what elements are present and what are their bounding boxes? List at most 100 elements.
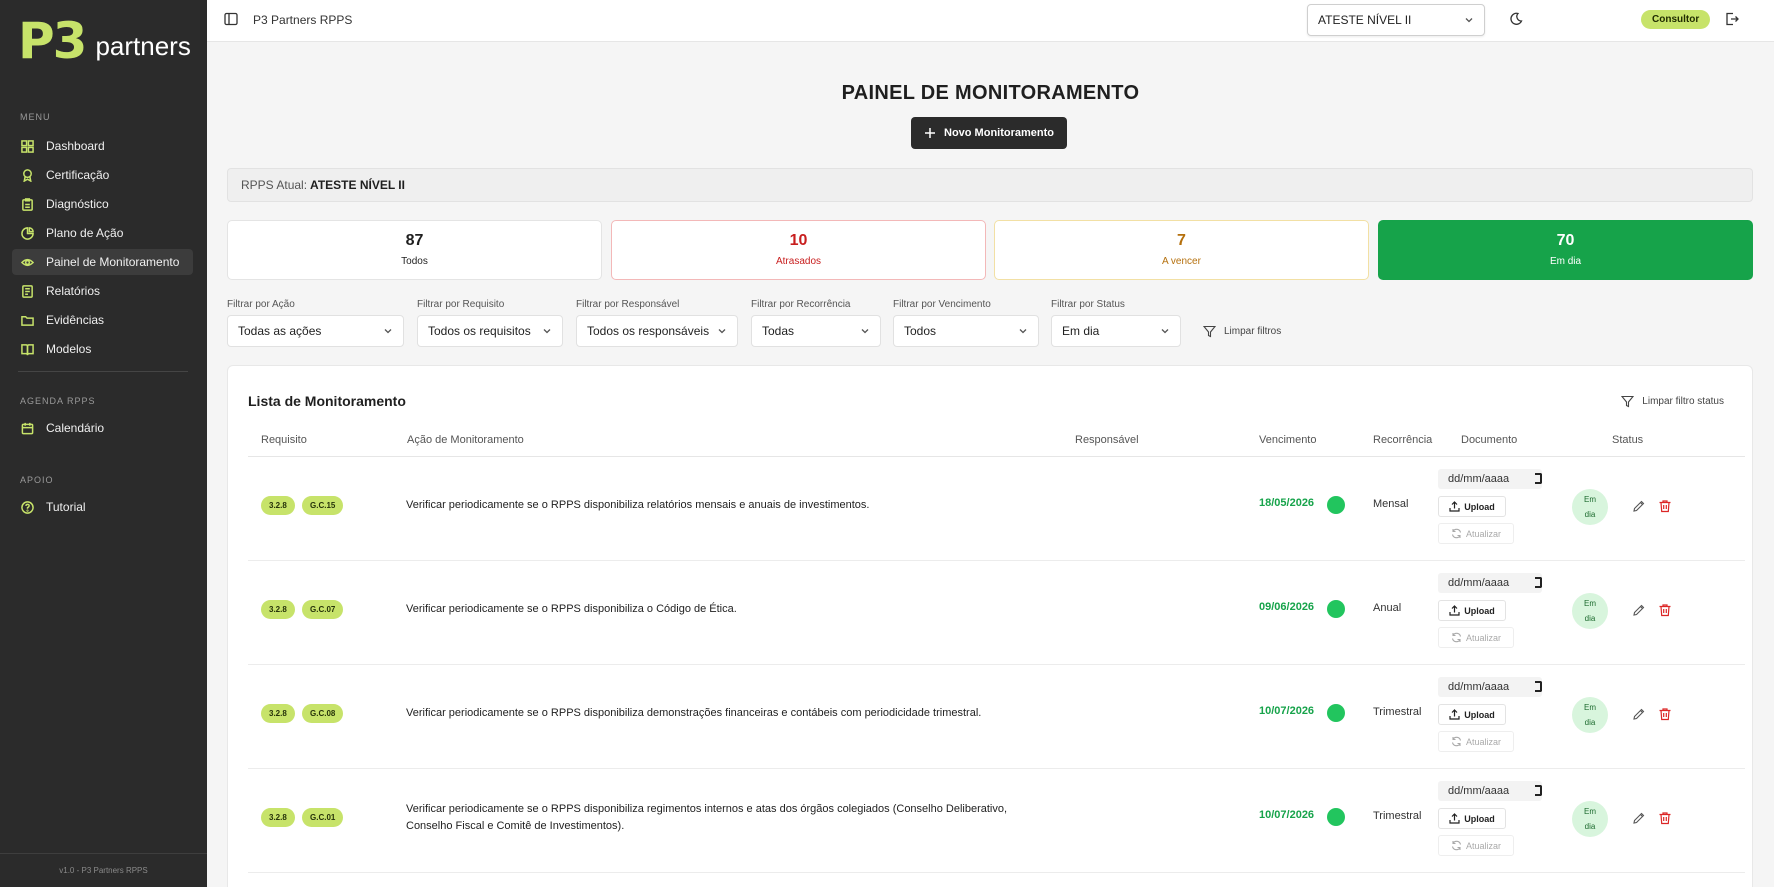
sidebar-item-painel-de-monitoramento[interactable]: Painel de Monitoramento (12, 249, 193, 275)
sidebar-item-label: Diagnóstico (46, 197, 109, 211)
clear-status-label: Limpar filtro status (1642, 396, 1724, 407)
filter-due-select[interactable]: Todos (893, 315, 1039, 347)
stat-value: 7 (1177, 232, 1186, 249)
due-status-dot (1327, 808, 1345, 826)
role-badge: Consultor (1641, 10, 1711, 29)
sidebar-item-dashboard[interactable]: Dashboard (12, 133, 193, 159)
sidebar-item-label: Plano de Ação (46, 226, 124, 240)
trash-icon[interactable] (1658, 603, 1672, 617)
edit-icon[interactable] (1632, 811, 1646, 825)
due-date: 10/07/2026 (1259, 809, 1315, 821)
sidebar-item-label: Certificação (46, 168, 110, 182)
page-title: PAINEL DE MONITORAMENTO (841, 82, 1140, 104)
sidebar-footer: v1.0 - P3 Partners RPPS (0, 853, 207, 887)
trash-icon[interactable] (1658, 707, 1672, 721)
filter-action-select[interactable]: Todas as ações (227, 315, 404, 347)
table-row: 3.2.8 G.C.15 Verificar periodicamente se… (248, 457, 1745, 561)
logout-icon[interactable] (1725, 12, 1739, 26)
refresh-icon (1451, 840, 1462, 851)
refresh-button[interactable]: Atualizar (1438, 523, 1514, 544)
edit-icon[interactable] (1632, 499, 1646, 513)
filter-recurrence-select[interactable]: Todas (751, 315, 881, 347)
trash-icon[interactable] (1658, 499, 1672, 513)
upload-button[interactable]: Upload (1438, 704, 1506, 725)
sidebar-toggle-icon[interactable] (224, 12, 238, 26)
rpps-select[interactable]: ATESTE NÍVEL II (1307, 4, 1485, 36)
trash-icon[interactable] (1658, 811, 1672, 825)
help-circle-icon (20, 500, 34, 514)
refresh-icon (1451, 736, 1462, 747)
document-date-input[interactable]: dd/mm/aaaa (1438, 677, 1542, 697)
sidebar-item-modelos[interactable]: Modelos (12, 336, 193, 362)
award-icon (20, 168, 34, 182)
chevron-down-icon (543, 329, 551, 334)
filter-responsible-select[interactable]: Todos os responsáveis (576, 315, 738, 347)
upload-icon (1449, 709, 1460, 720)
agenda-heading: AGENDA RPPS (20, 396, 96, 406)
list-title: Lista de Monitoramento (248, 393, 406, 409)
chevron-down-icon (718, 329, 726, 334)
moon-icon[interactable] (1509, 12, 1523, 26)
requirement-tag: 3.2.8 (261, 704, 295, 723)
refresh-button[interactable]: Atualizar (1438, 627, 1514, 648)
sidebar-item-label: Tutorial (46, 500, 86, 514)
sidebar-item-label: Painel de Monitoramento (46, 255, 180, 269)
brand-logo[interactable]: P3 partners (18, 12, 191, 70)
sidebar-item-tutorial[interactable]: Tutorial (12, 494, 193, 520)
chevron-down-icon (1161, 329, 1169, 334)
upload-button[interactable]: Upload (1438, 600, 1506, 621)
calendar-icon[interactable] (1535, 681, 1542, 692)
logo-mark: P3 (18, 12, 87, 70)
status-badge: Em dia (1572, 489, 1608, 525)
upload-button[interactable]: Upload (1438, 808, 1506, 829)
date-placeholder: dd/mm/aaaa (1448, 681, 1510, 693)
new-monitoring-button[interactable]: Novo Monitoramento (911, 117, 1067, 149)
upload-button[interactable]: Upload (1438, 496, 1506, 517)
refresh-button[interactable]: Atualizar (1438, 731, 1514, 752)
filter-requirement-label: Filtrar por Requisito (417, 299, 505, 310)
action-text: Verificar periodicamente se o RPPS dispo… (406, 803, 1008, 832)
sidebar-item-certificacao[interactable]: Certificação (12, 162, 193, 188)
rpps-select-value: ATESTE NÍVEL II (1318, 13, 1412, 27)
document-date-input[interactable]: dd/mm/aaaa (1438, 781, 1542, 801)
calendar-icon[interactable] (1535, 577, 1542, 588)
refresh-button[interactable]: Atualizar (1438, 835, 1514, 856)
edit-icon[interactable] (1632, 707, 1646, 721)
due-date: 09/06/2026 (1259, 601, 1315, 613)
folder-icon (20, 313, 34, 327)
stat-card-ok[interactable]: 70 Em dia (1378, 220, 1753, 280)
clear-filters-button[interactable]: Limpar filtros (1203, 325, 1281, 338)
filter-requirement-select[interactable]: Todos os requisitos (417, 315, 563, 347)
document-date-input[interactable]: dd/mm/aaaa (1438, 469, 1542, 489)
sidebar-item-plano-de-acao[interactable]: Plano de Ação (12, 220, 193, 246)
document-date-input[interactable]: dd/mm/aaaa (1438, 573, 1542, 593)
status-badge: Em dia (1572, 697, 1608, 733)
table-row: 3.2.8 G.C.01 Verificar periodicamente se… (248, 769, 1745, 873)
sidebar-item-diagnostico[interactable]: Diagnóstico (12, 191, 193, 217)
filter-status-select[interactable]: Em dia (1051, 315, 1181, 347)
edit-icon[interactable] (1632, 603, 1646, 617)
due-status-dot (1327, 600, 1345, 618)
sidebar-item-calendario[interactable]: Calendário (12, 415, 193, 441)
refresh-label: Atualizar (1465, 736, 1501, 747)
stat-card-late[interactable]: 10 Atrasados (611, 220, 986, 280)
requirement-tag: G.C.01 (302, 808, 344, 827)
calendar-icon[interactable] (1535, 473, 1542, 484)
sidebar-item-relatorios[interactable]: Relatórios (12, 278, 193, 304)
menu-heading: MENU (20, 112, 51, 122)
status-badge: Em dia (1572, 593, 1608, 629)
clear-status-filter-button[interactable]: Limpar filtro status (1621, 395, 1724, 408)
refresh-icon (1451, 528, 1462, 539)
topbar: P3 Partners RPPS ATESTE NÍVEL II Consult… (207, 0, 1774, 42)
date-placeholder: dd/mm/aaaa (1448, 785, 1510, 797)
calendar-icon[interactable] (1535, 785, 1542, 796)
table-row: 3.2.8 G.C.08 Verificar periodicamente se… (248, 665, 1745, 769)
upload-label: Upload (1464, 501, 1495, 512)
sidebar-item-evidencias[interactable]: Evidências (12, 307, 193, 333)
action-text: Verificar periodicamente se o RPPS dispo… (406, 603, 737, 615)
recurrence: Trimestral (1373, 706, 1422, 718)
stat-card-due[interactable]: 7 A vencer (994, 220, 1369, 280)
stat-label: Em dia (1549, 256, 1582, 267)
stat-card-all[interactable]: 87 Todos (227, 220, 602, 280)
filter-recurrence-label: Filtrar por Recorrência (751, 299, 851, 310)
